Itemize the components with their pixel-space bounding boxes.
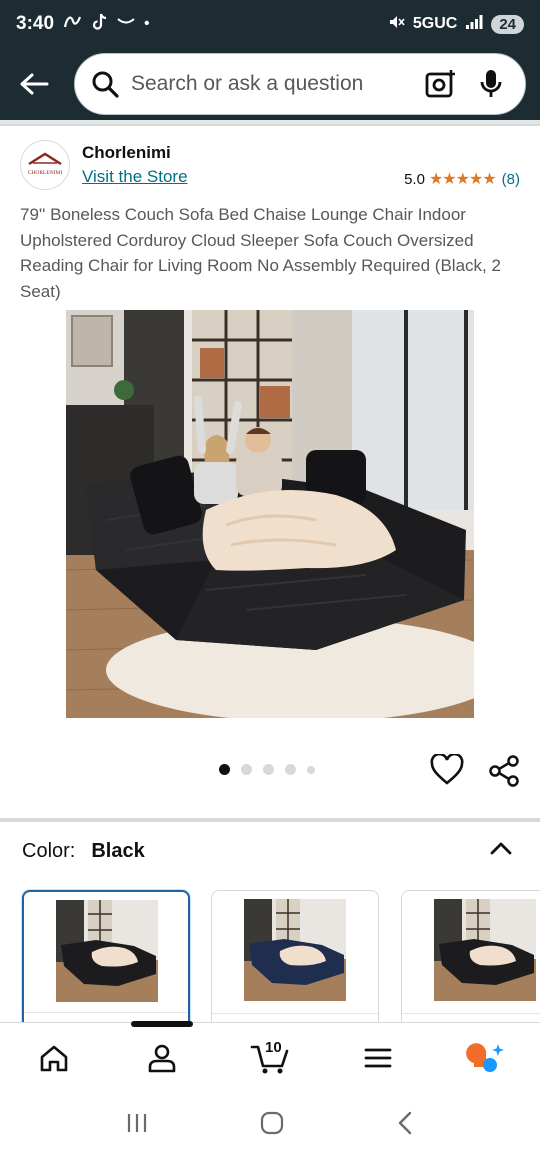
microphone-icon xyxy=(480,70,502,97)
nav-home[interactable] xyxy=(0,1023,108,1093)
rating-summary[interactable]: 5.0 ★★★★★ (8) xyxy=(404,169,520,189)
camera-icon xyxy=(425,70,455,98)
recent-apps-button[interactable] xyxy=(125,1112,149,1139)
wishlist-button[interactable] xyxy=(430,752,464,786)
camera-search-button[interactable] xyxy=(423,66,459,102)
bottom-nav: 10 xyxy=(0,1021,540,1093)
chevron-up-icon xyxy=(490,842,512,855)
account-icon xyxy=(148,1044,176,1072)
home-system-button[interactable] xyxy=(260,1111,284,1140)
chevron-left-icon xyxy=(398,1111,411,1134)
search-header: Search or ask a question xyxy=(0,48,540,120)
header-divider xyxy=(0,120,540,134)
review-count[interactable]: (8) xyxy=(502,171,520,188)
store-logo-mark: CHORLENIMI xyxy=(28,152,63,176)
store-name: Chorlenimi xyxy=(82,143,171,162)
product-image[interactable] xyxy=(66,310,474,718)
color-swatch-black-2[interactable] xyxy=(401,890,540,1030)
system-back-button[interactable] xyxy=(395,1111,415,1140)
home-circle-icon xyxy=(260,1111,284,1134)
cart-count: 10 xyxy=(264,1038,282,1056)
nav-menu[interactable] xyxy=(324,1023,432,1093)
nav-account[interactable] xyxy=(108,1023,216,1093)
amazon-smile-icon xyxy=(116,15,136,33)
nav-rufus[interactable] xyxy=(432,1023,540,1093)
mute-icon xyxy=(387,13,405,36)
image-carousel-dots[interactable] xyxy=(219,764,315,775)
visit-store-link[interactable]: Visit the Store xyxy=(82,167,188,187)
color-selector-header: Color: Black xyxy=(22,840,522,863)
color-swatch-blue[interactable] xyxy=(211,890,379,1030)
tiktok-icon xyxy=(92,13,108,36)
carousel-dot[interactable] xyxy=(285,764,296,775)
voice-search-button[interactable] xyxy=(473,66,509,102)
home-icon xyxy=(40,1045,68,1071)
battery-indicator: 24 xyxy=(491,14,524,34)
swatch-thumbnail xyxy=(56,900,158,1002)
rufus-icon xyxy=(466,1042,504,1072)
carousel-dot[interactable] xyxy=(241,764,252,775)
section-divider xyxy=(0,818,540,822)
collapse-color-button[interactable] xyxy=(488,836,514,860)
menu-icon xyxy=(364,1048,392,1067)
carousel-dot-active[interactable] xyxy=(219,764,230,775)
search-icon xyxy=(92,71,119,98)
share-button[interactable] xyxy=(487,754,521,788)
network-label: 5GUC xyxy=(412,15,458,32)
rating-score: 5.0 xyxy=(404,170,425,188)
search-placeholder: Search or ask a question xyxy=(131,72,364,95)
color-value: Black xyxy=(91,840,145,862)
product-title: 79'' Boneless Couch Sofa Bed Chaise Loun… xyxy=(20,205,501,301)
store-row: CHORLENIMI Chorlenimi Visit the Store 5.… xyxy=(20,138,520,192)
back-arrow-icon xyxy=(20,73,49,95)
color-label: Color: xyxy=(22,840,76,862)
swatch-thumbnail xyxy=(434,899,536,1001)
airtel-icon xyxy=(62,13,84,36)
star-rating-icon: ★★★★★ xyxy=(428,171,497,188)
search-input[interactable]: Search or ask a question xyxy=(74,53,526,115)
recent-apps-icon xyxy=(128,1113,147,1132)
store-logo[interactable]: CHORLENIMI xyxy=(20,140,70,190)
carousel-dot[interactable] xyxy=(307,765,315,774)
heart-icon xyxy=(430,752,464,785)
store-logo-text: CHORLENIMI xyxy=(28,170,63,176)
carousel-dot[interactable] xyxy=(263,764,274,775)
share-icon xyxy=(489,755,519,787)
system-nav-bar xyxy=(0,1092,540,1158)
back-button[interactable] xyxy=(14,64,54,104)
nav-cart[interactable]: 10 xyxy=(216,1023,324,1093)
swatch-thumbnail xyxy=(244,899,346,1001)
signal-icon xyxy=(465,14,483,35)
dot-icon: • xyxy=(144,15,150,32)
status-bar: 3:40 • 5GUC 24 xyxy=(0,0,540,48)
color-swatch-black[interactable] xyxy=(22,890,190,1030)
status-time: 3:40 xyxy=(16,13,55,34)
